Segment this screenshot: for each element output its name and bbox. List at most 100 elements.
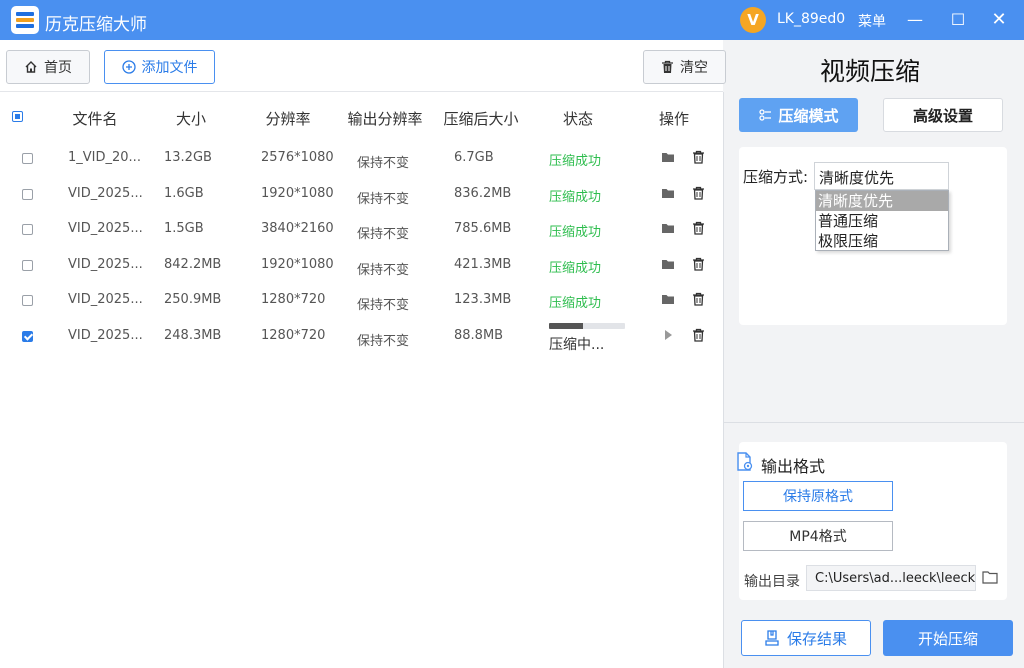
trash-icon [662,60,673,73]
compressed-size: 785.6MB [454,221,512,237]
compressed-size: 123.3MB [454,292,512,308]
clear-button[interactable]: 清空 [643,50,726,84]
clear-button-label: 清空 [680,60,708,76]
file-name: VID_2025... [68,292,143,308]
table-row[interactable]: VID_2025... 1.5GB 3840*2160 保持不变 785.6MB 压缩成功 [0,211,723,247]
close-icon[interactable]: ✕ [987,8,1011,32]
compressed-size: 421.3MB [454,256,512,272]
pane-divider [723,92,724,668]
toolbar: 首页 添加文件 清空 [0,40,726,92]
row-checkbox[interactable] [22,331,33,342]
compress-method-dropdown: 清晰度优先 普通压缩 极限压缩 [815,190,949,251]
file-list-pane: 首页 添加文件 清空 文件名 大小 分辨率 输出分辨率 压缩后大小 状态 操作 … [0,40,726,668]
add-file-label: 添加文件 [141,60,198,76]
open-folder-icon[interactable] [661,257,675,271]
file-resolution: 1920*1080 [261,185,334,201]
delete-icon[interactable] [692,186,706,200]
row-checkbox[interactable] [22,224,33,236]
file-size: 1.5GB [164,221,204,237]
header-actions: 操作 [658,110,689,128]
table-row[interactable]: 1_VID_20... 13.2GB 2576*1080 保持不变 6.7GB 压缩成功 [0,140,723,176]
file-size: 250.9MB [164,292,222,308]
progress-bar [549,323,625,329]
add-file-button[interactable]: 添加文件 [104,50,215,84]
row-checkbox[interactable] [22,153,33,164]
select-all-checkbox[interactable] [12,111,23,122]
file-resolution: 1280*720 [261,328,326,343]
folder-open-icon[interactable] [982,570,998,584]
menu-button[interactable]: 菜单 [858,11,886,31]
header-resolution: 分辨率 [265,110,311,128]
output-resolution: 保持不变 [357,334,410,349]
method-option[interactable]: 普通压缩 [816,211,948,231]
delete-icon[interactable] [692,257,706,271]
home-icon [25,61,37,73]
delete-icon[interactable] [692,328,706,342]
file-name: VID_2025... [68,221,143,237]
row-checkbox[interactable] [22,259,33,271]
compressed-size: 836.2MB [454,185,512,201]
save-icon [765,630,779,646]
file-settings-icon [737,452,753,471]
app-title: 历克压缩大师 [45,15,147,35]
file-name: VID_2025... [68,256,143,272]
user-name[interactable]: LK_89ed0 [777,11,845,27]
start-compress-button[interactable]: 开始压缩 [883,620,1013,656]
table-row[interactable]: VID_2025... 1.6GB 1920*1080 保持不变 836.2MB 压缩成功 [0,176,723,212]
advanced-settings-tab[interactable]: 高级设置 [883,98,1003,132]
output-resolution: 保持不变 [357,298,410,314]
file-size: 13.2GB [164,150,212,165]
file-size: 842.2MB [164,256,222,272]
table-row[interactable]: VID_2025... 842.2MB 1920*1080 保持不变 421.3MB 压缩… [0,247,723,283]
open-folder-icon[interactable] [661,221,675,235]
row-checkbox[interactable] [22,295,33,307]
header-compressed-size: 压缩后大小 [443,110,519,128]
file-name: VID_2025... [68,328,143,343]
play-icon[interactable] [661,328,675,342]
open-folder-icon[interactable] [661,292,675,306]
row-checkbox[interactable] [22,188,33,200]
compressed-size: 88.8MB [454,328,504,343]
file-size: 248.3MB [164,328,222,343]
open-folder-icon[interactable] [661,186,675,200]
status-badge: 压缩中... [549,337,605,353]
file-name: 1_VID_20... [68,150,141,165]
status-badge: 压缩成功 [549,189,602,205]
delete-icon[interactable] [692,150,706,164]
method-option[interactable]: 清晰度优先 [816,191,948,211]
keep-format-button[interactable]: 保持原格式 [743,481,893,511]
table-row[interactable]: VID_2025... 250.9MB 1280*720 保持不变 123.3MB 压缩成… [0,282,723,318]
status-badge: 压缩成功 [549,154,602,169]
table-row[interactable]: VID_2025... 248.3MB 1280*720 保持不变 88.8MB 压缩中.… [0,318,723,354]
mp4-format-button[interactable]: MP4格式 [743,521,893,551]
sliders-icon [759,109,772,121]
user-avatar[interactable]: V [740,7,766,33]
save-result-button[interactable]: 保存结果 [741,620,871,656]
compress-mode-tab[interactable]: 压缩模式 [739,98,858,132]
delete-icon[interactable] [692,292,706,307]
output-dir-label: 输出目录 [744,574,800,590]
output-resolution: 保持不变 [357,191,410,207]
maximize-icon[interactable]: ☐ [946,8,970,32]
title-bar: 历克压缩大师 V LK_89ed0 菜单 — ☐ ✕ [0,0,1024,40]
status-badge: 压缩成功 [549,296,602,312]
file-resolution: 1280*720 [261,292,326,308]
plus-circle-icon [121,60,136,74]
output-dir-field[interactable]: C:\Users\ad...leeck\leeck [806,565,976,591]
home-button[interactable]: 首页 [6,50,90,84]
status-badge: 压缩成功 [549,260,602,276]
compress-method-select[interactable]: 清晰度优先 [814,162,949,190]
header-output-resolution: 输出分辨率 [347,110,423,128]
open-folder-icon[interactable] [661,150,675,164]
panel-divider [724,422,1024,423]
file-name: VID_2025... [68,185,143,201]
method-option[interactable]: 极限压缩 [816,231,948,251]
advanced-settings-label: 高级设置 [912,106,973,125]
header-filename: 文件名 [72,110,118,128]
file-size: 1.6GB [164,185,204,201]
header-status: 状态 [562,110,593,128]
output-resolution: 保持不变 [357,156,410,171]
compress-method-label: 压缩方式: [743,168,809,186]
minimize-icon[interactable]: — [903,8,927,32]
delete-icon[interactable] [692,221,706,235]
